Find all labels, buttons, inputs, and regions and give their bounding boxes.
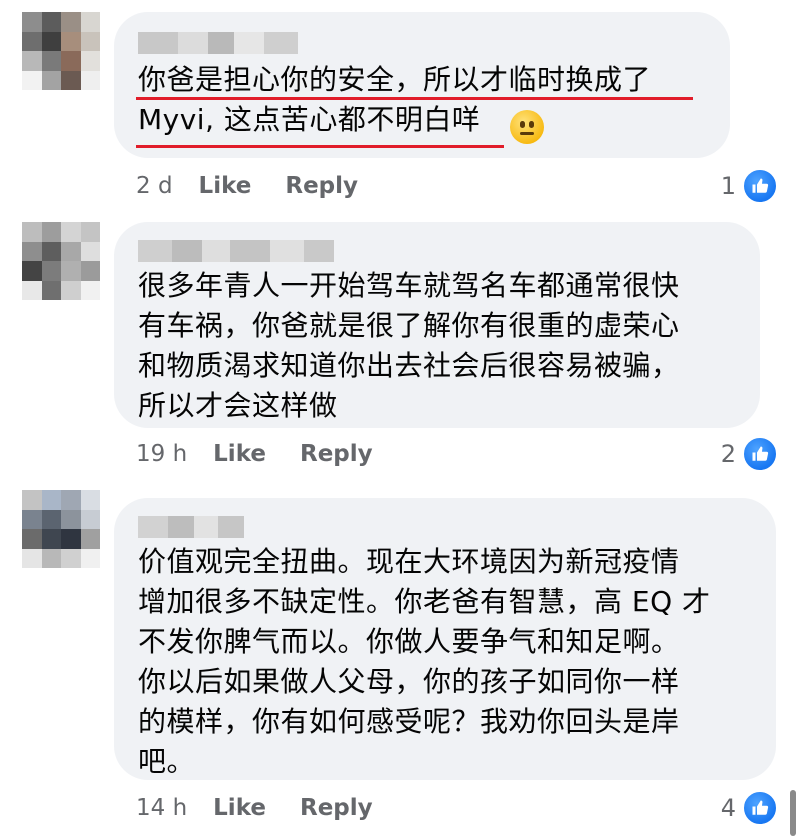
- comment-timestamp[interactable]: 19 h: [136, 441, 187, 467]
- reaction-summary[interactable]: 1: [721, 168, 778, 204]
- comment-timestamp[interactable]: 2 d: [136, 173, 173, 199]
- reaction-count: 1: [720, 172, 736, 200]
- red-underline: [136, 97, 693, 100]
- thumbs-up-icon: [742, 790, 778, 826]
- comment-timestamp[interactable]: 14 h: [136, 795, 187, 821]
- comment-bubble: 很多年青人一开始驾车就驾名车都通常很快 有车祸，你爸就是很了解你有很重的虚荣心 …: [114, 222, 760, 428]
- commenter-name-redacted: [138, 240, 334, 262]
- reaction-summary[interactable]: 4: [721, 790, 778, 826]
- comment-actions: 2 d Like Reply: [136, 168, 392, 204]
- thumbs-up-icon: [742, 168, 778, 204]
- comment-bubble: 价值观完全扭曲。现在大环境因为新冠疫情 增加很多不缺定性。你老爸有智慧，高 EQ…: [114, 498, 776, 780]
- avatar[interactable]: [22, 490, 100, 568]
- comment-actions: 19 h Like Reply: [136, 436, 407, 472]
- like-button[interactable]: Like: [213, 795, 266, 821]
- like-button[interactable]: Like: [199, 173, 252, 199]
- neutral-face-emoji: [510, 110, 544, 144]
- avatar[interactable]: [22, 12, 100, 90]
- red-underline: [136, 145, 504, 148]
- reaction-count: 4: [720, 794, 736, 822]
- comment-text: 很多年青人一开始驾车就驾名车都通常很快 有车祸，你爸就是很了解你有很重的虚荣心 …: [138, 269, 680, 422]
- reaction-summary[interactable]: 2: [721, 436, 778, 472]
- avatar[interactable]: [22, 222, 100, 300]
- commenter-name-redacted: [138, 32, 298, 54]
- reply-button[interactable]: Reply: [300, 795, 373, 821]
- comment-bubble: 你爸是担心你的安全，所以才临时换成了 Myvi, 这点苦心都不明白咩: [114, 12, 730, 158]
- reply-button[interactable]: Reply: [300, 441, 373, 467]
- commenter-name-redacted: [138, 516, 244, 538]
- reaction-count: 2: [720, 440, 736, 468]
- comment-actions: 14 h Like Reply: [136, 790, 407, 826]
- comment-text: 价值观完全扭曲。现在大环境因为新冠疫情 增加很多不缺定性。你老爸有智慧，高 EQ…: [138, 545, 711, 778]
- like-button[interactable]: Like: [213, 441, 266, 467]
- scrollbar[interactable]: [790, 790, 796, 836]
- reply-button[interactable]: Reply: [285, 173, 358, 199]
- thumbs-up-icon: [742, 436, 778, 472]
- comment-text: 你爸是担心你的安全，所以才临时换成了 Myvi, 这点苦心都不明白咩: [138, 63, 652, 136]
